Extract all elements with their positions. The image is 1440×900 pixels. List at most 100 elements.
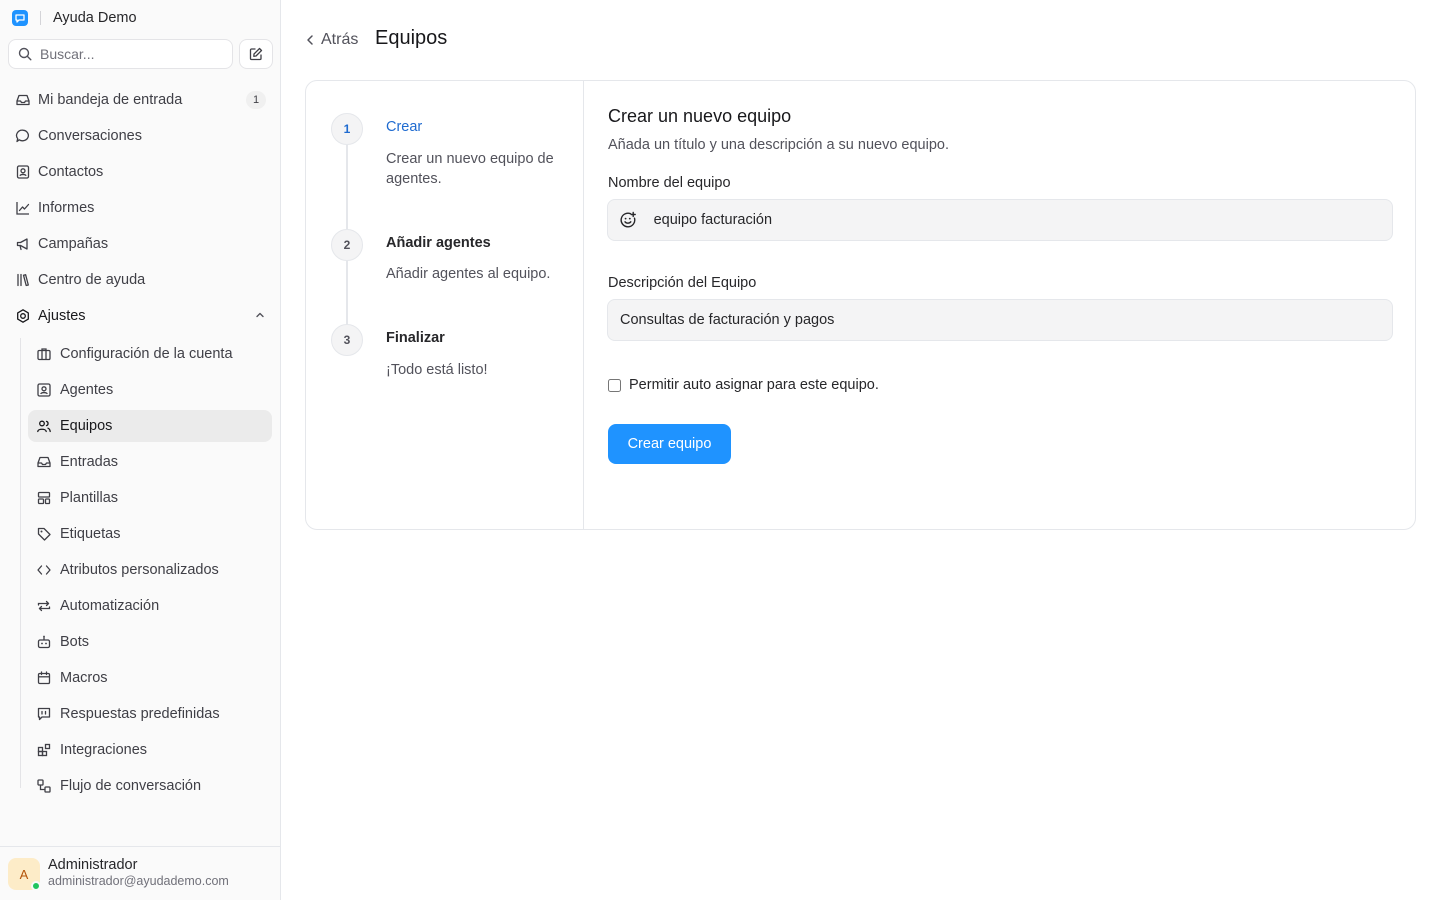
search-box[interactable] — [8, 39, 233, 69]
brand: Ayuda Demo — [12, 8, 137, 28]
sidebar-item-label: Centro de ayuda — [38, 272, 146, 288]
settings-item-label: Atributos personalizados — [60, 562, 219, 578]
form-title: Crear un nuevo equipo — [608, 106, 792, 126]
team-description-field[interactable] — [607, 299, 1393, 341]
step-2-title: Añadir agentes — [386, 235, 491, 251]
settings-tree-line — [20, 338, 21, 788]
chevron-up-icon — [256, 312, 264, 318]
settings-item-label: Equipos — [60, 418, 113, 434]
settings-item-label: Integraciones — [60, 742, 148, 758]
settings-item-label: Macros — [60, 670, 108, 686]
sidebar-item-label: Mi bandeja de entrada — [38, 92, 183, 108]
sidebar-item-label: Contactos — [38, 164, 104, 180]
contact-card-icon — [14, 163, 32, 181]
settings-item-label: Etiquetas — [60, 526, 121, 542]
settings-item-agents[interactable]: Agentes — [28, 374, 272, 406]
create-team-card: 1 Crear Crear un nuevo equipo de agentes… — [305, 80, 1416, 530]
auto-assign-checkbox[interactable] — [608, 378, 621, 392]
emoji-smile-icon — [620, 211, 636, 228]
sidebar: Ayuda Demo Mi bandeja de entrada 1 Conve… — [0, 0, 281, 900]
settings-item-label: Respuestas predefinidas — [60, 706, 220, 722]
quote-message-icon — [36, 706, 52, 722]
step-1-title: Crear — [386, 119, 423, 135]
settings-item-custom-attributes[interactable]: Atributos personalizados — [28, 554, 272, 586]
settings-item-automation[interactable]: Automatización — [28, 590, 272, 622]
sidebar-item-label: Ajustes — [38, 308, 86, 324]
team-name-input[interactable] — [653, 212, 1392, 228]
user-profile[interactable]: A Administrador administrador@ayudademo.… — [0, 846, 280, 900]
line-chart-icon — [14, 199, 32, 217]
sidebar-item-settings[interactable]: Ajustes — [8, 300, 272, 332]
brand-divider — [40, 11, 41, 25]
workflow-icon — [36, 778, 52, 794]
arrows-repeat-icon — [36, 598, 52, 614]
inbox-icon — [36, 454, 52, 470]
settings-item-bots[interactable]: Bots — [28, 626, 272, 658]
step-1-number: 1 — [331, 113, 363, 145]
code-brackets-icon — [36, 562, 52, 578]
bot-icon — [36, 634, 52, 650]
settings-item-label: Configuración de la cuenta — [60, 346, 233, 362]
settings-item-labels[interactable]: Etiquetas — [28, 518, 272, 550]
blocks-icon — [36, 742, 52, 758]
step-2-description: Añadir agentes al equipo. — [386, 266, 551, 282]
search-icon — [18, 47, 32, 61]
settings-item-label: Bots — [60, 634, 90, 650]
sidebar-item-conversations[interactable]: Conversaciones — [8, 120, 272, 152]
profile-name: Administrador — [48, 857, 138, 873]
chat-bubble-icon — [14, 127, 32, 145]
app-logo-icon — [12, 10, 28, 26]
sidebar-item-contacts[interactable]: Contactos — [8, 156, 272, 188]
chevron-left-icon — [307, 35, 313, 45]
settings-item-conversation-flow[interactable]: Flujo de conversación — [28, 770, 272, 802]
team-description-input[interactable] — [620, 312, 1392, 328]
tag-icon — [36, 526, 52, 542]
step-1-description: Crear un nuevo equipo de agentes. — [386, 151, 554, 187]
settings-item-canned-responses[interactable]: Respuestas predefinidas — [28, 698, 272, 730]
sidebar-item-label: Conversaciones — [38, 128, 142, 144]
auto-assign-row[interactable]: Permitir auto asignar para este equipo. — [608, 377, 879, 393]
step-3-title: Finalizar — [386, 330, 445, 346]
settings-item-integrations[interactable]: Integraciones — [28, 734, 272, 766]
settings-item-teams[interactable]: Equipos — [28, 410, 272, 442]
settings-item-macros[interactable]: Macros — [28, 662, 272, 694]
app-name: Ayuda Demo — [53, 10, 137, 26]
settings-item-account[interactable]: Configuración de la cuenta — [28, 338, 272, 370]
profile-email: administrador@ayudademo.com — [48, 874, 229, 888]
settings-item-templates[interactable]: Plantillas — [28, 482, 272, 514]
wizard-steps: 1 Crear Crear un nuevo equipo de agentes… — [306, 81, 584, 529]
emoji-picker-button[interactable] — [608, 200, 648, 240]
settings-item-label: Automatización — [60, 598, 160, 614]
users-icon — [36, 418, 52, 434]
inbox-count-badge: 1 — [246, 91, 266, 109]
sidebar-item-inbox[interactable]: Mi bandeja de entrada 1 — [8, 84, 272, 116]
create-team-button[interactable]: Crear equipo — [608, 424, 731, 464]
user-square-icon — [36, 382, 52, 398]
compose-button[interactable] — [239, 39, 273, 69]
auto-assign-label: Permitir auto asignar para este equipo. — [629, 377, 879, 393]
settings-item-label: Entradas — [60, 454, 119, 470]
settings-item-label: Plantillas — [60, 490, 119, 506]
team-name-field[interactable] — [607, 199, 1393, 241]
pencil-square-icon — [249, 47, 263, 61]
sidebar-item-campaigns[interactable]: Campañas — [8, 228, 272, 260]
back-link[interactable]: Atrás — [305, 30, 358, 50]
sidebar-item-label: Campañas — [38, 236, 109, 252]
briefcase-icon — [36, 346, 52, 362]
inbox-icon — [14, 91, 32, 109]
back-label: Atrás — [321, 31, 359, 48]
step-2-number: 2 — [331, 229, 363, 261]
team-name-label: Nombre del equipo — [608, 175, 731, 191]
megaphone-icon — [14, 235, 32, 253]
sidebar-item-help-center[interactable]: Centro de ayuda — [8, 264, 272, 296]
settings-item-inboxes[interactable]: Entradas — [28, 446, 272, 478]
settings-gear-icon — [14, 307, 32, 325]
sidebar-item-label: Informes — [38, 200, 95, 216]
step-3-number: 3 — [331, 324, 363, 356]
layout-template-icon — [36, 490, 52, 506]
sidebar-item-reports[interactable]: Informes — [8, 192, 272, 224]
step-3-description: ¡Todo está listo! — [386, 362, 488, 378]
online-status-dot — [31, 881, 41, 891]
library-books-icon — [14, 271, 32, 289]
search-input[interactable] — [40, 46, 220, 62]
